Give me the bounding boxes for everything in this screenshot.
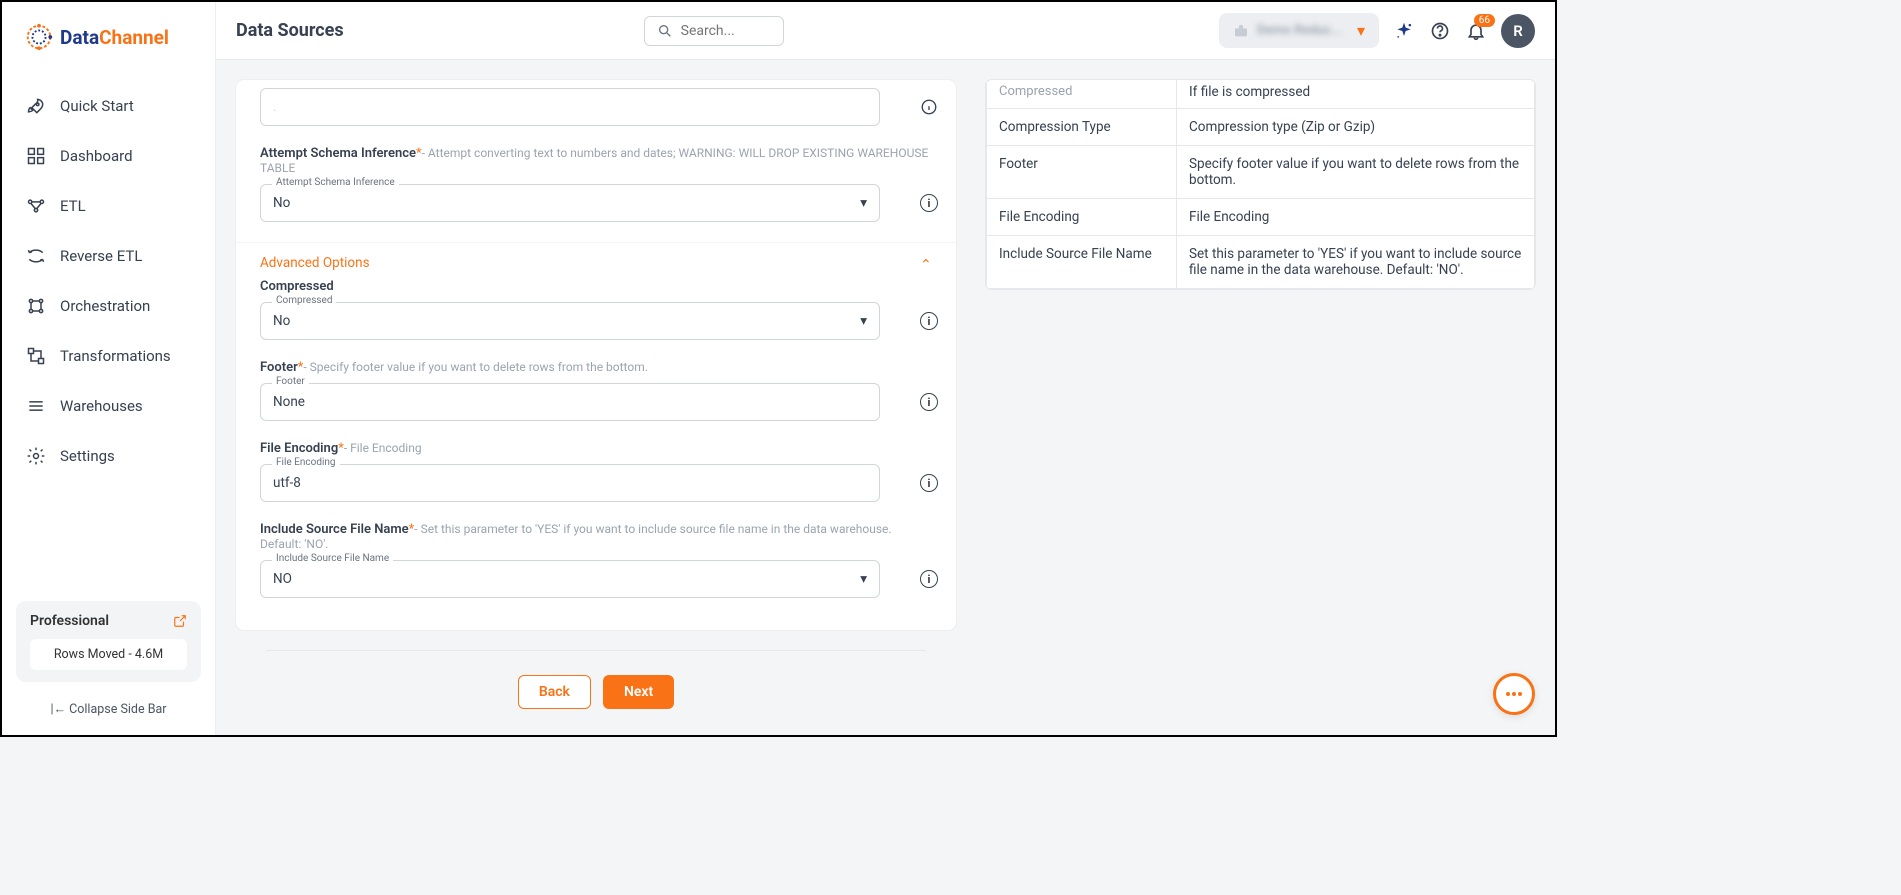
org-selector[interactable]: Demo Reduc... ▾ xyxy=(1219,13,1379,48)
plan-rows: Rows Moved - 4.6M xyxy=(30,639,187,670)
chat-bubble[interactable] xyxy=(1493,673,1535,715)
sidebar-item-etl[interactable]: ETL xyxy=(16,182,201,230)
collapse-sidebar[interactable]: |← Collapse Side Bar xyxy=(16,694,201,725)
sidebar-item-reverse-etl[interactable]: Reverse ETL xyxy=(16,232,201,280)
info-icon[interactable]: i xyxy=(920,393,938,411)
plan-card: Professional Rows Moved - 4.6M xyxy=(16,601,201,682)
compressed-select[interactable]: No ▾ xyxy=(260,302,880,340)
include-src-label: Include Source File Name*- Set this para… xyxy=(260,522,932,552)
sidebar-item-warehouses[interactable]: Warehouses xyxy=(16,382,201,430)
plan-name: Professional xyxy=(30,613,109,629)
briefcase-icon xyxy=(1233,23,1249,39)
help-key: Include Source File Name xyxy=(987,236,1177,289)
advanced-options-toggle[interactable]: Advanced Options ⌄ xyxy=(236,242,956,279)
chevron-up-icon: ⌄ xyxy=(920,255,932,271)
help-val: If file is compressed xyxy=(1177,80,1535,109)
chevron-down-icon: ▾ xyxy=(860,195,867,211)
help-key: Compressed xyxy=(987,80,1177,109)
info-icon[interactable]: i xyxy=(920,570,938,588)
help-icon[interactable] xyxy=(1429,20,1451,42)
encoding-label: File Encoding*- File Encoding xyxy=(260,441,932,456)
chevron-down-icon: ▾ xyxy=(1357,21,1365,40)
page-title: Data Sources xyxy=(236,20,344,41)
search-box[interactable] xyxy=(644,16,784,46)
info-icon[interactable]: i xyxy=(920,312,938,330)
nav-label: Transformations xyxy=(60,347,171,365)
rocket-icon xyxy=(26,96,46,116)
nav-label: Reverse ETL xyxy=(60,247,142,265)
transformations-icon xyxy=(26,346,46,366)
help-val: File Encoding xyxy=(1177,199,1535,236)
nav-label: ETL xyxy=(60,197,86,215)
back-button[interactable]: Back xyxy=(518,675,591,709)
help-key: File Encoding xyxy=(987,199,1177,236)
float-label: File Encoding xyxy=(272,457,340,468)
main-nav: Quick Start Dashboard ETL Reverse ETL Or… xyxy=(16,82,201,601)
info-icon[interactable]: i xyxy=(920,474,938,492)
footer-input[interactable] xyxy=(260,383,880,421)
top-partial-input[interactable]: . xyxy=(260,88,880,126)
float-label: Footer xyxy=(272,376,309,387)
etl-icon xyxy=(26,196,46,216)
form-card: . Attempt Schema Inference*- Attempt con… xyxy=(236,80,956,630)
float-label: Attempt Schema Inference xyxy=(272,177,399,188)
chevron-down-icon: ▾ xyxy=(860,571,867,587)
sidebar-item-orchestration[interactable]: Orchestration xyxy=(16,282,201,330)
reverse-etl-icon xyxy=(26,246,46,266)
logo-icon xyxy=(24,22,54,52)
encoding-input[interactable] xyxy=(260,464,880,502)
sparkle-icon[interactable] xyxy=(1393,20,1415,42)
help-val: Compression type (Zip or Gzip) xyxy=(1177,109,1535,146)
logo-text: DataChannel xyxy=(60,26,169,49)
avatar[interactable]: R xyxy=(1501,14,1535,48)
info-icon[interactable] xyxy=(920,98,938,116)
footer-label: Footer*- Specify footer value if you wan… xyxy=(260,360,932,375)
topbar: Data Sources Demo Reduc... ▾ xyxy=(216,2,1555,60)
warehouses-icon xyxy=(26,396,46,416)
search-icon xyxy=(657,23,673,39)
float-label: Compressed xyxy=(272,295,336,306)
help-table: Compressed If file is compressed Compres… xyxy=(986,80,1535,289)
sidebar-item-transformations[interactable]: Transformations xyxy=(16,332,201,380)
orchestration-icon xyxy=(26,296,46,316)
schema-inference-select[interactable]: No ▾ xyxy=(260,184,880,222)
compressed-label: Compressed xyxy=(260,279,932,294)
sidebar: DataChannel Quick Start Dashboard ETL Re… xyxy=(2,2,216,735)
help-val: Specify footer value if you want to dele… xyxy=(1177,146,1535,199)
external-link-icon[interactable] xyxy=(173,614,187,628)
form-actions: Back Next xyxy=(266,650,926,715)
float-label: Include Source File Name xyxy=(272,553,393,564)
help-key: Compression Type xyxy=(987,109,1177,146)
info-icon[interactable]: i xyxy=(920,194,938,212)
nav-label: Dashboard xyxy=(60,147,133,165)
chat-icon xyxy=(1506,692,1522,696)
org-name: Demo Reduc... xyxy=(1257,23,1342,38)
sidebar-item-settings[interactable]: Settings xyxy=(16,432,201,480)
bell-icon[interactable]: 66 xyxy=(1465,20,1487,42)
schema-inference-label: Attempt Schema Inference*- Attempt conve… xyxy=(260,146,932,176)
help-key: Footer xyxy=(987,146,1177,199)
dashboard-icon xyxy=(26,146,46,166)
nav-label: Quick Start xyxy=(60,97,134,115)
notification-badge: 66 xyxy=(1474,14,1495,27)
nav-label: Settings xyxy=(60,447,115,465)
settings-icon xyxy=(26,446,46,466)
search-input[interactable] xyxy=(681,23,771,39)
nav-label: Warehouses xyxy=(60,397,143,415)
nav-label: Orchestration xyxy=(60,297,150,315)
help-val: Set this parameter to 'YES' if you want … xyxy=(1177,236,1535,289)
chevron-down-icon: ▾ xyxy=(860,313,867,329)
include-src-select[interactable]: NO ▾ xyxy=(260,560,880,598)
next-button[interactable]: Next xyxy=(603,675,674,709)
sidebar-item-quickstart[interactable]: Quick Start xyxy=(16,82,201,130)
sidebar-item-dashboard[interactable]: Dashboard xyxy=(16,132,201,180)
logo[interactable]: DataChannel xyxy=(16,22,201,52)
